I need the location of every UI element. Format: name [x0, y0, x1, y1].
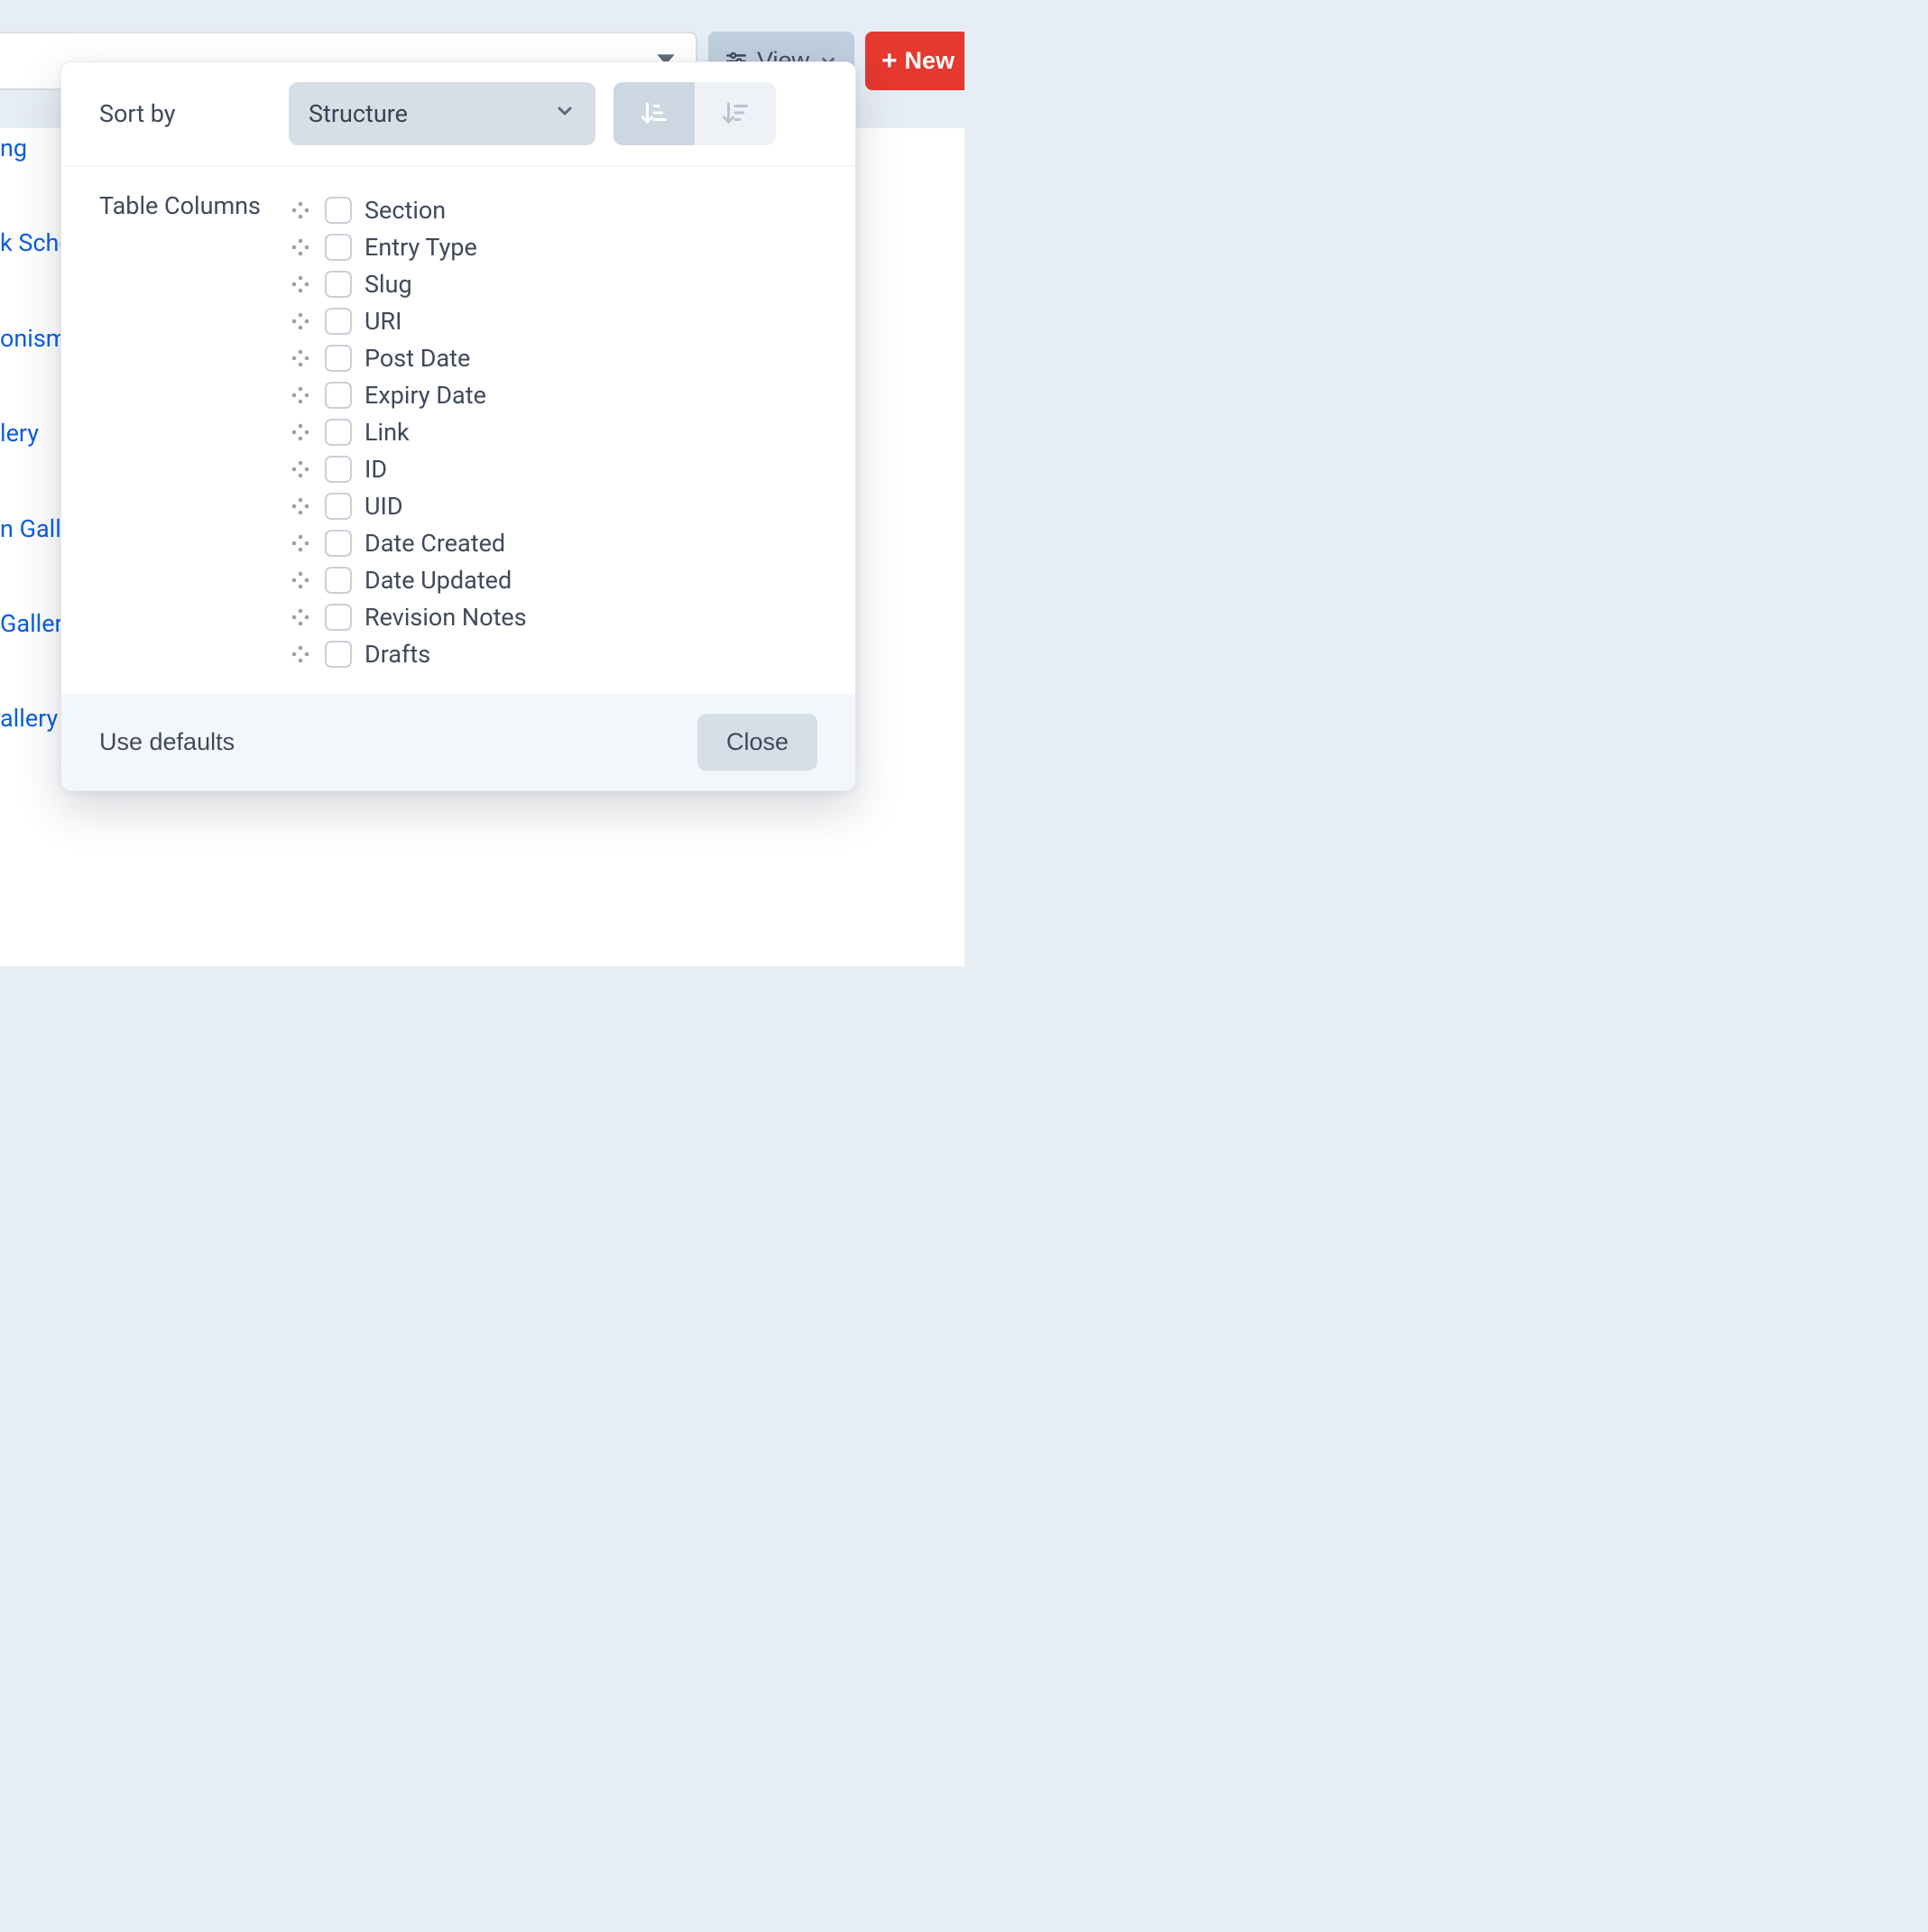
column-item: URI [289, 302, 817, 339]
sort-field-value: Structure [309, 99, 408, 128]
drag-handle-icon[interactable] [289, 199, 312, 222]
column-label: Date Created [364, 529, 505, 558]
column-label: ID [364, 455, 387, 484]
use-defaults-button[interactable]: Use defaults [99, 728, 235, 756]
column-checkbox[interactable] [325, 308, 352, 335]
column-checkbox[interactable] [325, 382, 352, 409]
column-label: Entry Type [364, 233, 477, 262]
drag-handle-icon[interactable] [289, 642, 312, 666]
column-label: Post Date [364, 344, 470, 373]
drag-handle-icon[interactable] [289, 569, 312, 592]
sort-by-label: Sort by [99, 99, 271, 128]
chevron-down-icon [554, 99, 576, 128]
column-label: Drafts [364, 640, 430, 669]
column-item: Expiry Date [289, 376, 817, 413]
column-checkbox[interactable] [325, 604, 352, 631]
new-button-label: New [905, 47, 955, 75]
drag-handle-icon[interactable] [289, 532, 312, 555]
column-checkbox[interactable] [325, 493, 352, 520]
column-checkbox[interactable] [325, 641, 352, 668]
column-item: UID [289, 487, 817, 524]
column-label: Slug [364, 270, 412, 299]
column-item: Entry Type [289, 228, 817, 265]
sort-desc-icon [722, 99, 749, 129]
column-item: Date Updated [289, 561, 817, 598]
column-item: Drafts [289, 635, 817, 672]
column-checkbox[interactable] [325, 197, 352, 224]
sort-row: Sort by Structure [61, 62, 855, 166]
drag-handle-icon[interactable] [289, 310, 312, 333]
sort-field-select[interactable]: Structure [289, 82, 595, 145]
column-label: Section [364, 196, 446, 225]
drag-handle-icon[interactable] [289, 273, 312, 296]
table-columns-row: Table Columns Section Entry Type Slug URI Po… [61, 166, 855, 694]
column-label: Revision Notes [364, 603, 527, 632]
column-checkbox[interactable] [325, 456, 352, 483]
close-button[interactable]: Close [697, 714, 817, 771]
drag-handle-icon[interactable] [289, 421, 312, 444]
new-button[interactable]: + New [865, 32, 964, 90]
sort-asc-button[interactable] [613, 82, 695, 145]
column-item: Post Date [289, 339, 817, 376]
table-columns-list: Section Entry Type Slug URI Post Date Expiry … [289, 191, 817, 672]
column-checkbox[interactable] [325, 567, 352, 594]
column-label: Expiry Date [364, 381, 486, 410]
sort-direction-group [613, 82, 776, 145]
drag-handle-icon[interactable] [289, 605, 312, 629]
drag-handle-icon[interactable] [289, 384, 312, 407]
table-columns-label: Table Columns [99, 191, 271, 220]
sort-asc-icon [641, 99, 668, 129]
column-label: Date Updated [364, 566, 512, 595]
column-item: Date Created [289, 524, 817, 561]
column-checkbox[interactable] [325, 345, 352, 372]
view-options-popup: Sort by Structure [60, 61, 856, 791]
column-item: Link [289, 413, 817, 450]
column-checkbox[interactable] [325, 419, 352, 446]
column-checkbox[interactable] [325, 530, 352, 557]
popup-footer: Use defaults Close [61, 694, 855, 790]
drag-handle-icon[interactable] [289, 458, 312, 481]
column-checkbox[interactable] [325, 271, 352, 298]
drag-handle-icon[interactable] [289, 495, 312, 518]
column-item: ID [289, 450, 817, 487]
column-item: Revision Notes [289, 598, 817, 635]
column-item: Slug [289, 265, 817, 302]
column-label: Link [364, 418, 410, 447]
column-label: UID [364, 492, 403, 521]
drag-handle-icon[interactable] [289, 236, 312, 259]
column-checkbox[interactable] [325, 234, 352, 261]
sort-desc-button[interactable] [695, 82, 776, 145]
plus-icon: + [881, 48, 898, 75]
column-label: URI [364, 307, 402, 336]
drag-handle-icon[interactable] [289, 347, 312, 370]
column-item: Section [289, 191, 817, 228]
